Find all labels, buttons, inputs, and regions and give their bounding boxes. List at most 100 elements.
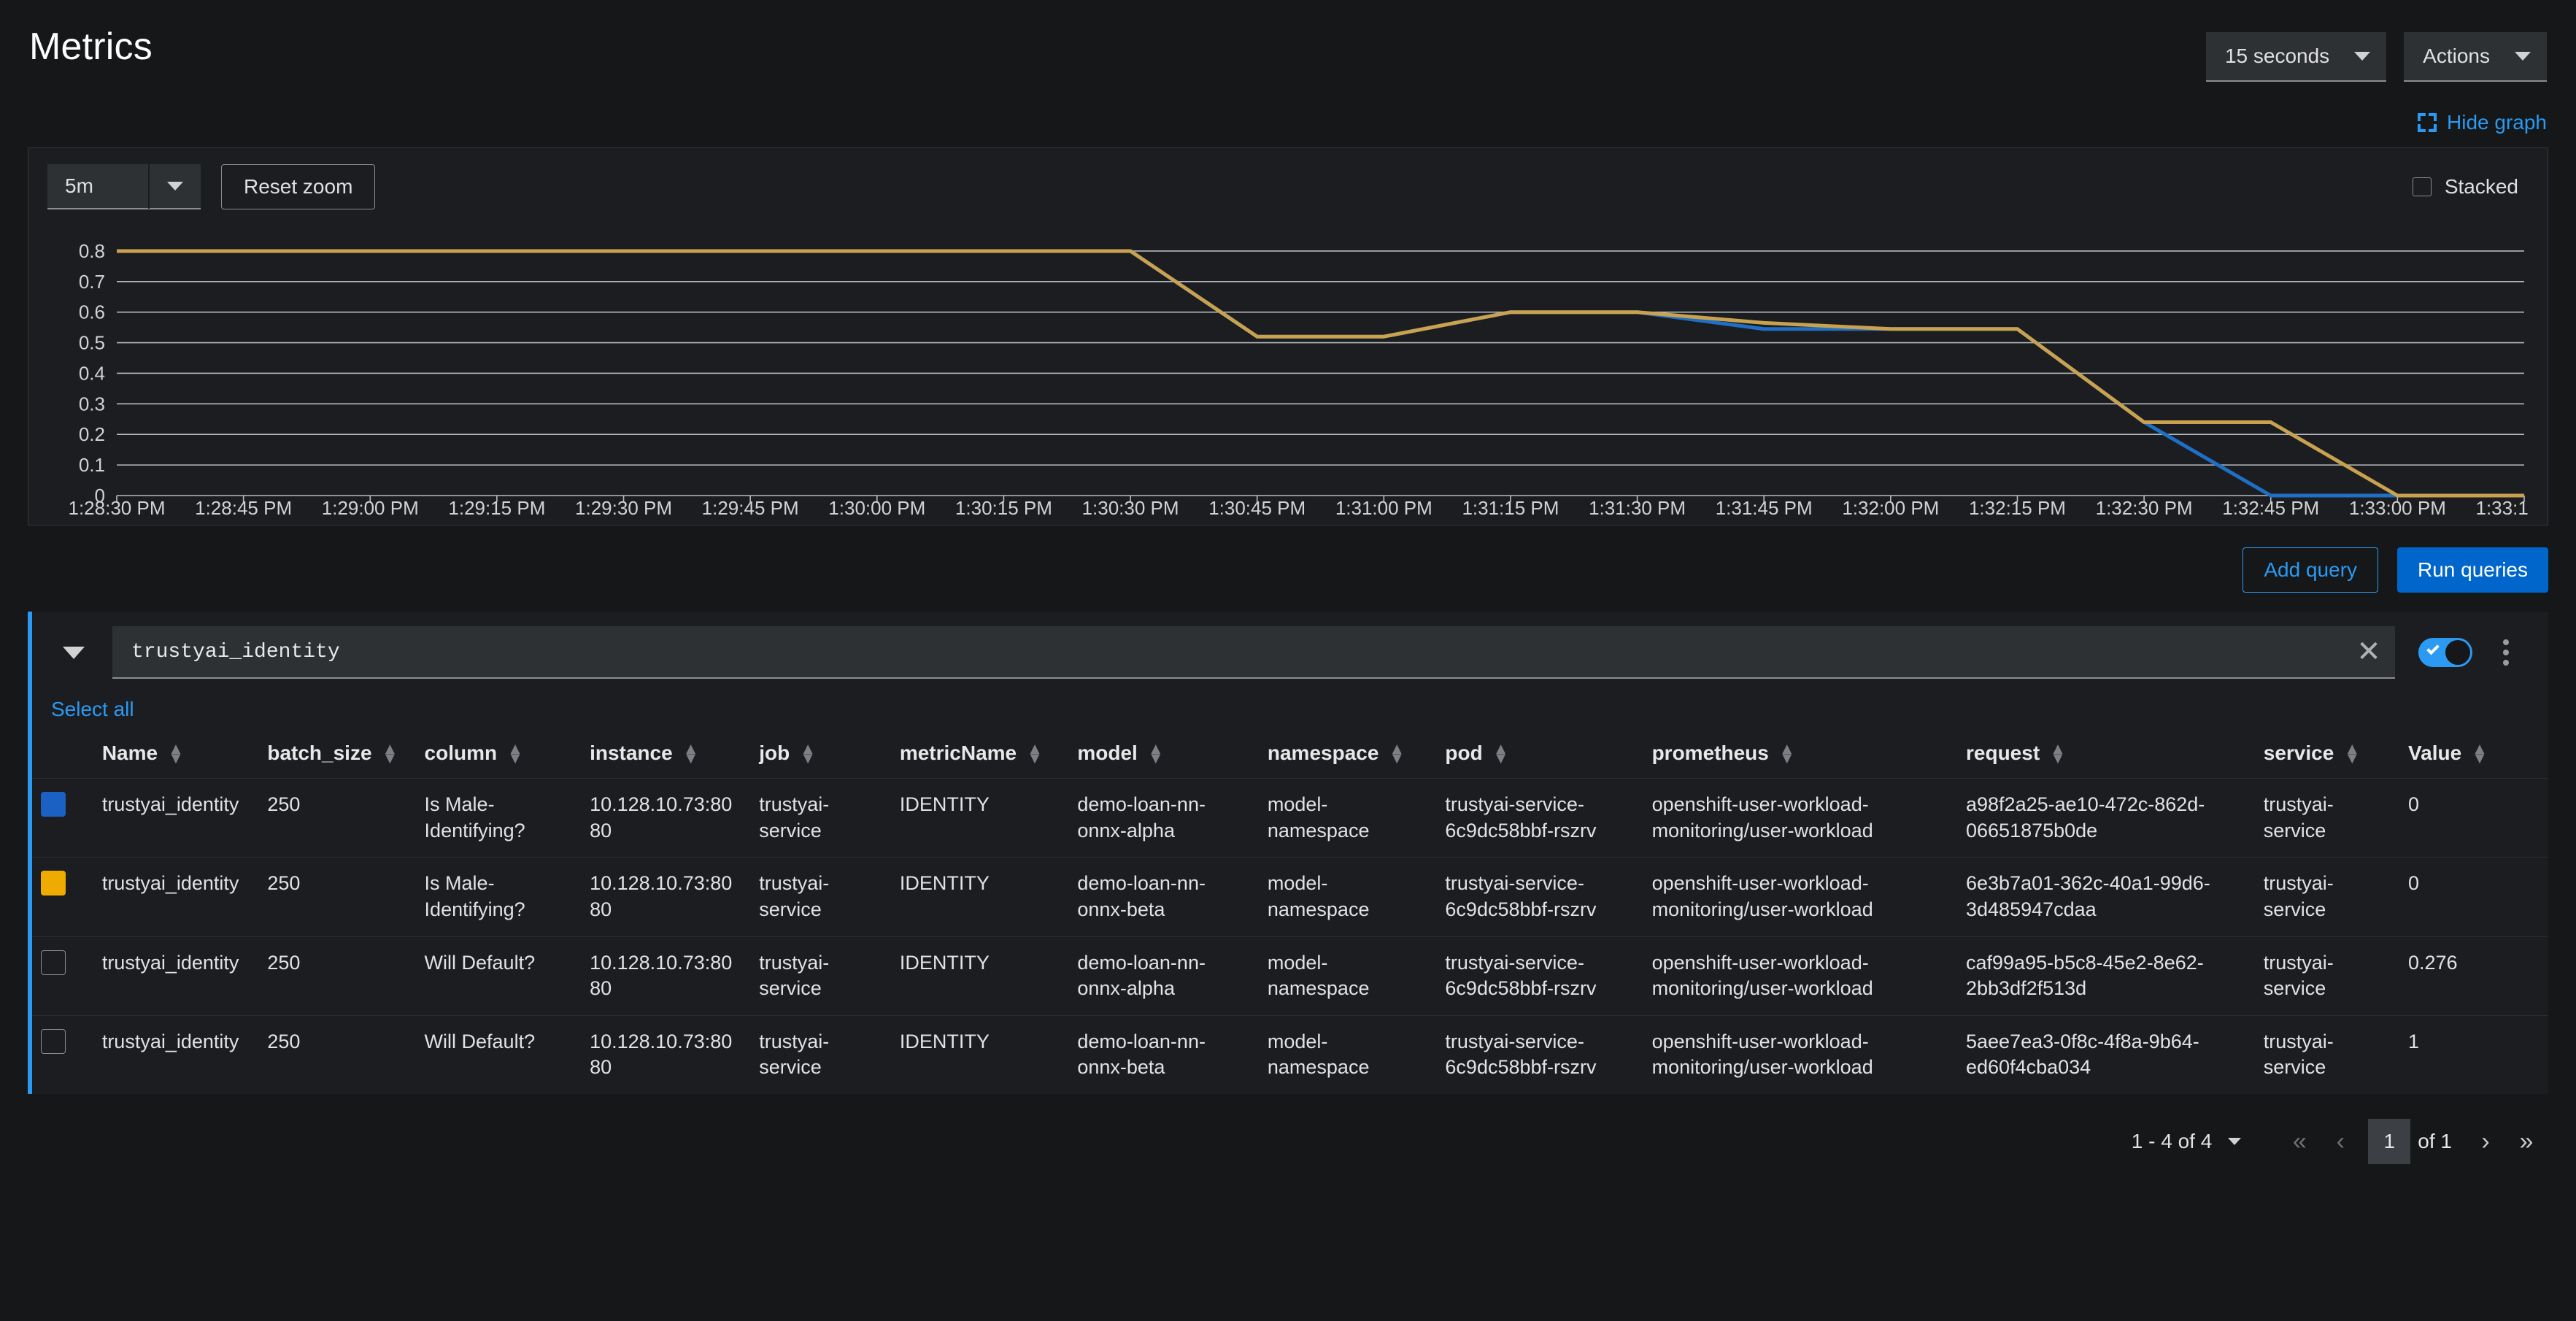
sort-icon[interactable]: ▲ ▼: [1389, 740, 1405, 766]
cell-name: trustyai_identity: [93, 777, 259, 858]
header-checkbox-cell: [32, 737, 93, 779]
cell-request: a98f2a25-ae10-472c-862d-06651875b0de: [1957, 777, 2255, 858]
column-header-pod[interactable]: pod ▲ ▼: [1436, 737, 1643, 779]
column-header-label: instance: [590, 742, 673, 764]
column-header-namespace[interactable]: namespace ▲ ▼: [1259, 737, 1437, 779]
hide-graph-button[interactable]: Hide graph: [2418, 111, 2547, 134]
reset-zoom-button[interactable]: Reset zoom: [221, 164, 376, 209]
cell-request: 6e3b7a01-362c-40a1-99d6-3d485947cdaa: [1957, 857, 2255, 936]
query-kebab-menu[interactable]: [2483, 627, 2529, 678]
cell-metricname: IDENTITY: [890, 857, 1069, 936]
query-expand-toggle[interactable]: [48, 627, 99, 678]
row-checkbox-cell: [32, 936, 93, 1016]
query-expression-input[interactable]: [112, 640, 2342, 663]
cell-pod: trustyai-service-6c9dc58bbf-rszrv: [1436, 936, 1643, 1016]
x-axis-tick-label: 1:29:45 PM: [702, 497, 799, 517]
chevron-down-icon: [167, 182, 183, 190]
chevron-down-icon: [63, 646, 85, 659]
run-queries-button[interactable]: Run queries: [2397, 547, 2548, 593]
cell-column: Will Default?: [415, 936, 582, 1016]
column-header-request[interactable]: request ▲ ▼: [1957, 737, 2255, 779]
column-header-service[interactable]: service ▲ ▼: [2255, 737, 2399, 779]
cell-metricname: IDENTITY: [890, 1014, 1069, 1094]
actions-dropdown[interactable]: Actions: [2404, 32, 2547, 82]
sort-icon[interactable]: ▲ ▼: [1148, 740, 1164, 766]
x-axis-tick-label: 1:28:45 PM: [195, 497, 292, 517]
sort-icon[interactable]: ▲ ▼: [168, 740, 184, 766]
cell-service: trustyai-service: [2254, 777, 2399, 858]
sort-icon[interactable]: ▲ ▼: [1027, 740, 1043, 766]
column-header-label: column: [424, 742, 498, 764]
cell-batch-size: 250: [258, 857, 416, 936]
sort-icon[interactable]: ▲ ▼: [2472, 740, 2488, 766]
pagination-last-button[interactable]: »: [2506, 1121, 2547, 1162]
chevron-down-icon: [2515, 52, 2531, 61]
add-query-button[interactable]: Add query: [2243, 547, 2379, 593]
row-checkbox[interactable]: [41, 1028, 66, 1054]
cell-value: 0: [2399, 777, 2548, 858]
sort-icon[interactable]: ▲ ▼: [800, 740, 816, 766]
select-all-link[interactable]: Select all: [32, 679, 134, 721]
x-axis-tick-label: 1:32:15 PM: [1969, 497, 2066, 517]
y-axis-tick-label: 0.4: [79, 362, 105, 384]
cell-model: demo-loan-nn-onnx-beta: [1068, 857, 1259, 936]
pagination-range-dropdown[interactable]: 1 - 4 of 4: [2132, 1130, 2242, 1153]
pagination-first-button[interactable]: «: [2279, 1121, 2320, 1162]
stacked-checkbox[interactable]: [2412, 177, 2432, 196]
sort-icon[interactable]: ▲ ▼: [683, 740, 699, 766]
cell-service: trustyai-service: [2254, 936, 2399, 1016]
cell-namespace: model-namespace: [1258, 777, 1437, 858]
compress-icon: [2418, 113, 2437, 132]
cell-prometheus: openshift-user-workload-monitoring/user-…: [1643, 777, 1957, 858]
time-span-select[interactable]: 5m: [47, 163, 201, 209]
metrics-line-chart[interactable]: 0.80.70.60.50.40.30.20.101:28:30 PM 1:28:…: [47, 226, 2529, 517]
column-header-prometheus[interactable]: prometheus ▲ ▼: [1643, 737, 1957, 779]
column-header-name[interactable]: Name ▲ ▼: [93, 737, 259, 779]
pagination-prev-button[interactable]: ‹: [2320, 1121, 2361, 1162]
column-header-instance[interactable]: instance ▲ ▼: [581, 737, 750, 779]
sort-icon[interactable]: ▲ ▼: [382, 740, 398, 766]
row-checkbox[interactable]: [41, 792, 66, 817]
chevron-down-icon: [2228, 1138, 2242, 1145]
pagination-total-label: of 1: [2418, 1130, 2452, 1152]
column-header-label: request: [1966, 742, 2040, 764]
table-row: trustyai_identity 250 Will Default? 10.128.…: [32, 1014, 2548, 1094]
row-checkbox[interactable]: [41, 871, 66, 896]
x-axis-tick-label: 1:31:00 PM: [1335, 497, 1432, 517]
query-enabled-toggle[interactable]: [2418, 638, 2472, 667]
cell-pod: trustyai-service-6c9dc58bbf-rszrv: [1436, 777, 1643, 858]
column-header-job[interactable]: job ▲ ▼: [750, 737, 891, 779]
column-header-column[interactable]: column ▲ ▼: [416, 737, 582, 779]
column-header-label: Value: [2407, 742, 2462, 764]
pagination-next-button[interactable]: ›: [2465, 1121, 2506, 1162]
cell-namespace: model-namespace: [1258, 857, 1437, 936]
cell-job: trustyai-service: [750, 1014, 891, 1094]
refresh-interval-select[interactable]: 15 seconds: [2205, 32, 2387, 82]
chevron-down-icon: [2354, 52, 2371, 61]
row-checkbox-cell: [32, 1014, 93, 1094]
column-header-metricname[interactable]: metricName ▲ ▼: [891, 737, 1069, 779]
chart-area: 0.8 0.7 0.6 0.5 0.4 0.3 0.2 0.1 0 1:28:30 PM 1:28:…: [47, 226, 2529, 517]
cell-service: trustyai-service: [2254, 857, 2399, 936]
pagination-page-input[interactable]: [2368, 1119, 2411, 1164]
sort-icon[interactable]: ▲ ▼: [2050, 740, 2066, 766]
column-header-value[interactable]: Value ▲ ▼: [2399, 737, 2548, 779]
y-axis-tick-label: 0.7: [79, 271, 105, 293]
y-axis-tick-label: 0.3: [79, 393, 105, 415]
column-header-model[interactable]: model ▲ ▼: [1068, 737, 1259, 779]
sort-icon[interactable]: ▲ ▼: [2344, 740, 2360, 766]
cell-model: demo-loan-nn-onnx-alpha: [1068, 936, 1259, 1016]
row-checkbox[interactable]: [41, 950, 66, 975]
x-axis-tick-label: 1:32:45 PM: [2222, 497, 2319, 517]
hide-graph-row: Hide graph: [0, 82, 2576, 134]
clear-query-icon[interactable]: ✕: [2342, 625, 2395, 678]
column-header-label: job: [759, 742, 790, 764]
cell-value: 0.276: [2399, 936, 2548, 1016]
cell-model: demo-loan-nn-onnx-beta: [1068, 1014, 1259, 1094]
sort-icon[interactable]: ▲ ▼: [1779, 740, 1795, 766]
table-row: trustyai_identity 250 Is Male-Identifying?…: [32, 857, 2548, 936]
pagination: 1 - 4 of 4 « ‹ of 1 › »: [0, 1094, 2576, 1164]
sort-icon[interactable]: ▲ ▼: [1493, 740, 1509, 766]
sort-icon[interactable]: ▲ ▼: [507, 740, 523, 766]
column-header-batch-size[interactable]: batch_size ▲ ▼: [258, 737, 415, 779]
